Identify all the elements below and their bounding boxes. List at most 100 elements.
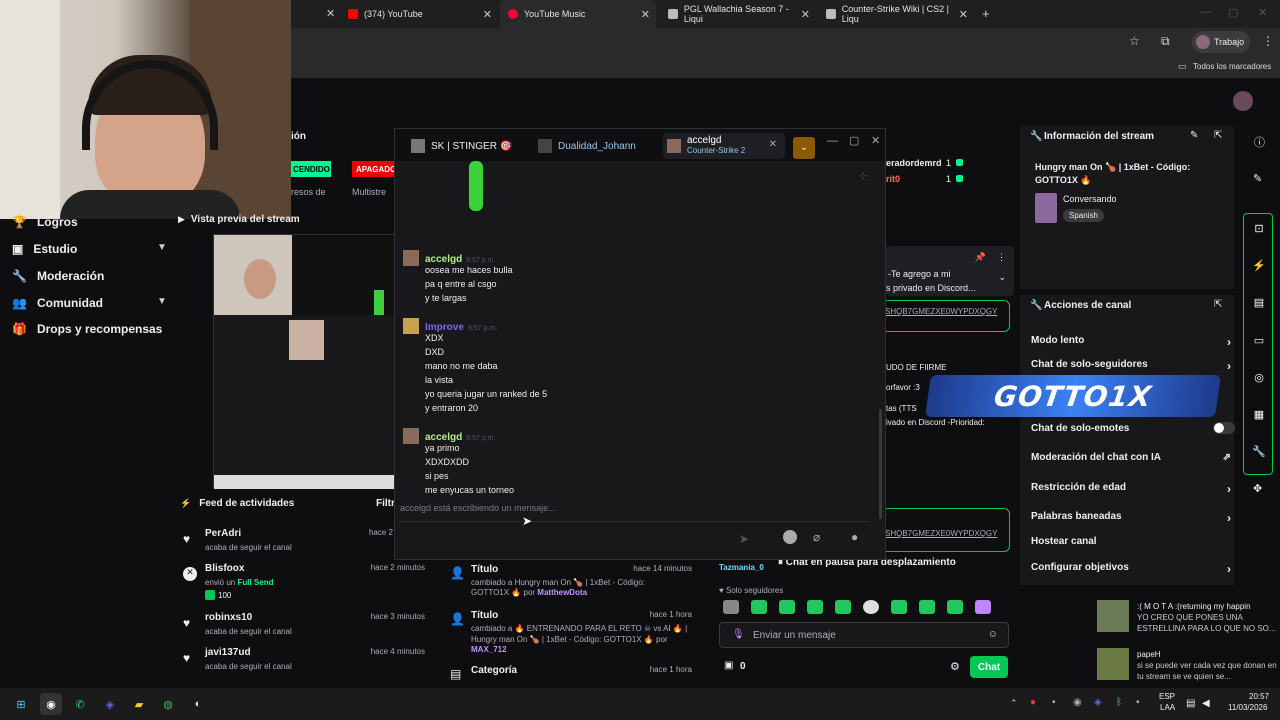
new-tab-icon[interactable]: + [982,6,990,21]
emote-icon[interactable] [975,600,991,614]
chat-bubble-icon[interactable]: ▭ [1246,327,1272,353]
popout-icon[interactable]: ⇱ [1214,299,1222,310]
action-restriccion-edad[interactable]: Restricción de edad › [1031,482,1231,496]
emoji-icon[interactable] [783,530,797,544]
edit-pencil-icon[interactable]: ✎ [1253,172,1262,185]
language-tag[interactable]: Spanish [1063,209,1104,222]
profile-chip[interactable]: Trabajo [1192,31,1250,53]
info-icon[interactable]: ⓘ [1254,134,1265,150]
file-explorer-icon[interactable]: ▰ [128,693,150,715]
sidebar-item-comunidad[interactable]: 👥 Comunidad ▼ [12,296,172,310]
mod-user[interactable]: rit0 [886,174,900,184]
close-window-icon[interactable]: ✕ [1258,6,1267,19]
layout-icon[interactable]: ▦ [1246,401,1272,427]
action-moderacion-ia[interactable]: Moderación del chat con IA ⇗ [1031,452,1231,463]
feed-filter-button[interactable]: Filtr [376,498,395,509]
mic-icon[interactable]: ● [851,530,858,544]
clock-time[interactable]: 20:57 [1249,692,1269,701]
message-user[interactable]: Improve [425,322,464,333]
tab-close-icon[interactable]: ✕ [326,7,335,20]
emote-icon[interactable] [723,600,739,614]
action-solo-emotes[interactable]: Chat de solo-emotes [1031,422,1235,434]
pin-icon[interactable]: ⊹ [859,171,867,182]
tray-app-icon[interactable]: ▪ [1052,697,1056,708]
language-indicator[interactable]: ESP [1159,692,1175,701]
browser-tab[interactable]: PGL Wallachia Season 7 - Liqui ✕ [660,0,816,28]
attachment-icon[interactable]: ⌀ [813,530,820,544]
chat-send-button[interactable]: Chat [970,656,1008,678]
lightning-icon[interactable]: ⚡ [1246,252,1272,278]
link-text[interactable]: SHQB7GMEZXE0WYPDXQGY [885,307,997,316]
emote-icon[interactable] [807,600,823,614]
sidebar-item-moderacion[interactable]: 🔧 Moderación [12,269,104,283]
toggle-switch[interactable] [1213,422,1235,434]
close-window-icon[interactable]: ✕ [871,134,880,147]
clip-icon[interactable]: ⊡ [1246,215,1272,241]
chat-input[interactable]: 🎙 Enviar un mensaje ☺ [719,622,1009,648]
browser-tab-active[interactable]: YouTube Music ✕ [500,0,656,28]
bluetooth-icon[interactable]: ᛒ [1116,697,1122,708]
broadcast-icon[interactable]: ◎ [1246,364,1272,390]
change-user[interactable]: MatthewDota [537,588,587,597]
feed-user[interactable]: javi137ud [205,647,251,658]
menu-kebab-icon[interactable]: ⋮ [1262,34,1274,48]
chat-tab-active[interactable]: accelgd Counter-Strike 2 ✕ [663,133,785,159]
action-hostear[interactable]: Hostear canal [1031,536,1231,547]
link-card[interactable]: SHQB7GMEZXE0WYPDXQGY [880,300,1010,332]
chrome-icon[interactable]: ◍ [157,693,179,715]
kebab-icon[interactable]: ⋮ [997,252,1006,263]
chevron-down-icon[interactable]: ⌄ [793,137,815,159]
link-text[interactable]: SHQB7GMEZXE0WYPDXQGY [885,529,997,538]
emote-icon[interactable] [835,600,851,614]
chevron-down-icon[interactable]: ⌄ [998,272,1006,283]
volume-icon[interactable]: ◀ [1202,698,1210,709]
change-user[interactable]: MAX_712 [471,645,507,654]
link-card[interactable]: SHQB7GMEZXE0WYPDXQGY [880,508,1010,552]
document-icon[interactable]: ▤ [1246,289,1272,315]
minimize-icon[interactable]: — [1200,6,1211,18]
action-palabras-baneadas[interactable]: Palabras baneadas › [1031,511,1231,525]
discord-icon[interactable]: ◈ [99,693,121,715]
sidebar-item-logros[interactable]: 🏆 Logros [12,215,78,229]
stream-preview[interactable] [213,234,395,489]
chat-tab[interactable]: Dualidad_Johann [538,135,636,157]
app-icon[interactable]: ◐ [187,693,209,715]
extensions-icon[interactable]: ✥ [1253,482,1262,495]
emote-icon[interactable] [751,600,767,614]
popout-icon[interactable]: ⇱ [1214,130,1222,141]
wrench-icon[interactable]: 🔧 [1246,438,1272,464]
tray-steam-icon[interactable]: ◉ [1073,697,1082,708]
steam-icon[interactable]: ◉ [40,693,62,715]
user-avatar[interactable] [1233,91,1253,111]
close-icon[interactable]: ✕ [769,139,777,150]
windows-start-icon[interactable]: ⊞ [10,693,32,715]
send-icon[interactable]: ➤ [739,532,749,546]
tray-app-icon[interactable]: ● [1030,697,1036,708]
extensions-icon[interactable]: ⧉ [1161,34,1170,49]
network-icon[interactable]: ▤ [1186,698,1195,709]
mod-user[interactable]: eradordemrd [886,158,942,168]
maximize-icon[interactable]: ▢ [849,134,859,147]
tab-close-icon[interactable]: ✕ [483,8,492,21]
pin-icon[interactable]: 📌 [975,252,986,263]
points-icon[interactable]: ▣ [724,660,733,671]
emote-icon[interactable] [779,600,795,614]
emote-icon[interactable] [863,600,879,614]
settings-gear-icon[interactable]: ⚙ [950,660,960,673]
edit-pencil-icon[interactable]: ✎ [1190,130,1198,141]
feed-user[interactable]: PerAdri [205,528,241,539]
tab-recursos[interactable]: resos de [291,187,326,197]
category-name[interactable]: Conversando [1063,194,1117,204]
action-modo-lento[interactable]: Modo lento › [1031,335,1231,349]
mic-icon[interactable]: 🎙 [732,629,745,640]
bookmark-star-icon[interactable]: ☆ [1129,34,1140,48]
message-user[interactable]: accelgd [425,254,462,265]
sidebar-item-estudio[interactable]: ▣ Estudio ▼ [12,242,172,256]
apagado-button[interactable]: APAGADO [352,161,396,177]
message-user[interactable]: accelgd [425,432,462,443]
tab-close-icon[interactable]: ✕ [641,8,650,21]
whatsapp-icon[interactable]: ✆ [69,693,91,715]
tray-app-icon[interactable]: ▪ [1136,697,1140,708]
sidebar-item-drops[interactable]: 🎁 Drops y recompensas [12,322,162,336]
scrollbar[interactable] [879,409,882,519]
